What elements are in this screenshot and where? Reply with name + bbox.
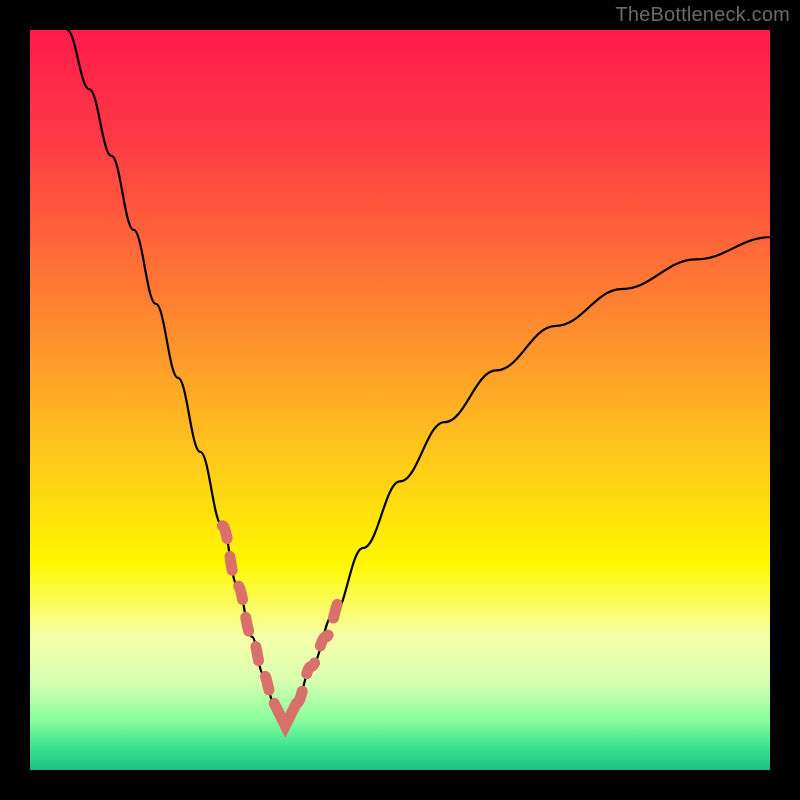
- right-curve: [282, 237, 770, 725]
- watermark-text: TheBottleneck.com: [615, 4, 790, 27]
- curves-layer: [30, 30, 770, 770]
- chart-frame: [30, 30, 770, 770]
- dashed-bottom-segment: [274, 703, 296, 725]
- dashed-left-segment: [222, 526, 274, 704]
